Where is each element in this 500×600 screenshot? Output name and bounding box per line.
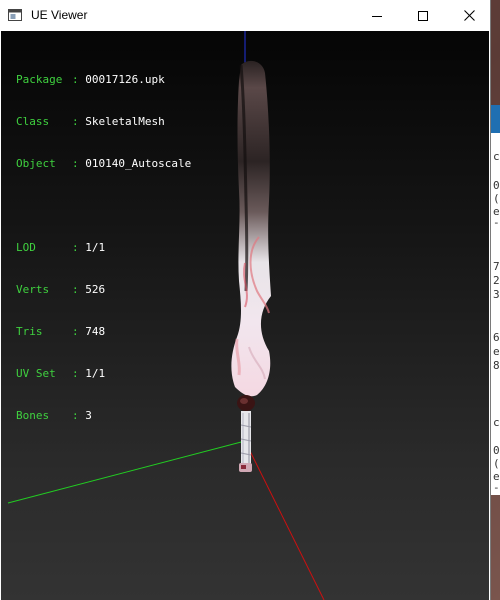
lod-row: LOD: 1/1	[16, 241, 191, 255]
ue-viewer-window[interactable]: UE Viewer Package: 00017126.upk Class:…	[0, 0, 490, 600]
package-row: Package: 00017126.upk	[16, 73, 191, 87]
uvset-value: 1/1	[85, 367, 106, 380]
side-glyph: 8	[493, 359, 500, 372]
background-window-edge[interactable]: c 0 ( e - 7 2 3 6 e 8 c 0 ( e -	[490, 105, 500, 495]
side-glyph: 0	[493, 179, 500, 192]
class-label: Class	[16, 115, 50, 128]
bones-row: Bones: 3	[16, 409, 191, 423]
uvset-label: UV Set	[16, 367, 56, 380]
object-label: Object	[16, 157, 56, 170]
tris-value: 748	[85, 325, 106, 338]
object-value: 010140_Autoscale	[85, 157, 192, 170]
class-row: Class: SkeletalMesh	[16, 115, 191, 129]
verts-label: Verts	[16, 283, 50, 296]
separator: :	[72, 115, 79, 128]
object-row: Object: 010140_Autoscale	[16, 157, 191, 171]
app-icon	[8, 9, 22, 21]
side-glyph: c	[493, 150, 500, 163]
separator: :	[72, 367, 79, 380]
separator: :	[72, 325, 79, 338]
side-glyph: 7	[493, 260, 500, 273]
sword-mesh	[231, 60, 271, 472]
separator: :	[72, 73, 79, 86]
separator: :	[72, 409, 79, 422]
side-glyph: 6	[493, 331, 500, 344]
maximize-button[interactable]	[400, 0, 446, 31]
3d-viewport[interactable]: Package: 00017126.upk Class: SkeletalMes…	[1, 31, 489, 600]
package-label: Package	[16, 73, 63, 86]
background-window-titlebar	[491, 105, 500, 133]
side-glyph: (	[493, 192, 500, 205]
separator: :	[72, 283, 79, 296]
class-value: SkeletalMesh	[85, 115, 165, 128]
verts-value: 526	[85, 283, 106, 296]
side-glyph: -	[493, 216, 500, 229]
minimize-icon	[372, 15, 382, 17]
lod-value: 1/1	[85, 241, 106, 254]
side-glyph: 0	[493, 444, 500, 457]
maximize-icon	[418, 10, 428, 21]
tris-row: Tris: 748	[16, 325, 191, 339]
close-button[interactable]	[446, 0, 492, 31]
side-glyph: 3	[493, 288, 500, 301]
close-icon	[463, 10, 475, 21]
mesh-info-panel: Package: 00017126.upk Class: SkeletalMes…	[16, 45, 191, 451]
package-value: 00017126.upk	[85, 73, 165, 86]
side-glyph: (	[493, 457, 500, 470]
x-axis-line	[244, 440, 325, 600]
title-bar[interactable]: UE Viewer	[0, 0, 490, 31]
minimize-button[interactable]	[354, 0, 400, 31]
separator: :	[72, 241, 79, 254]
bones-label: Bones	[16, 409, 50, 422]
side-glyph: c	[493, 416, 500, 429]
window-title: UE Viewer	[31, 8, 88, 22]
lod-label: LOD	[16, 241, 36, 254]
side-glyph: e	[493, 345, 500, 358]
side-glyph: 2	[493, 274, 500, 287]
bones-value: 3	[85, 409, 92, 422]
verts-row: Verts: 526	[16, 283, 191, 297]
side-glyph: -	[493, 481, 500, 494]
uvset-row: UV Set: 1/1	[16, 367, 191, 381]
separator: :	[72, 157, 79, 170]
tris-label: Tris	[16, 325, 43, 338]
